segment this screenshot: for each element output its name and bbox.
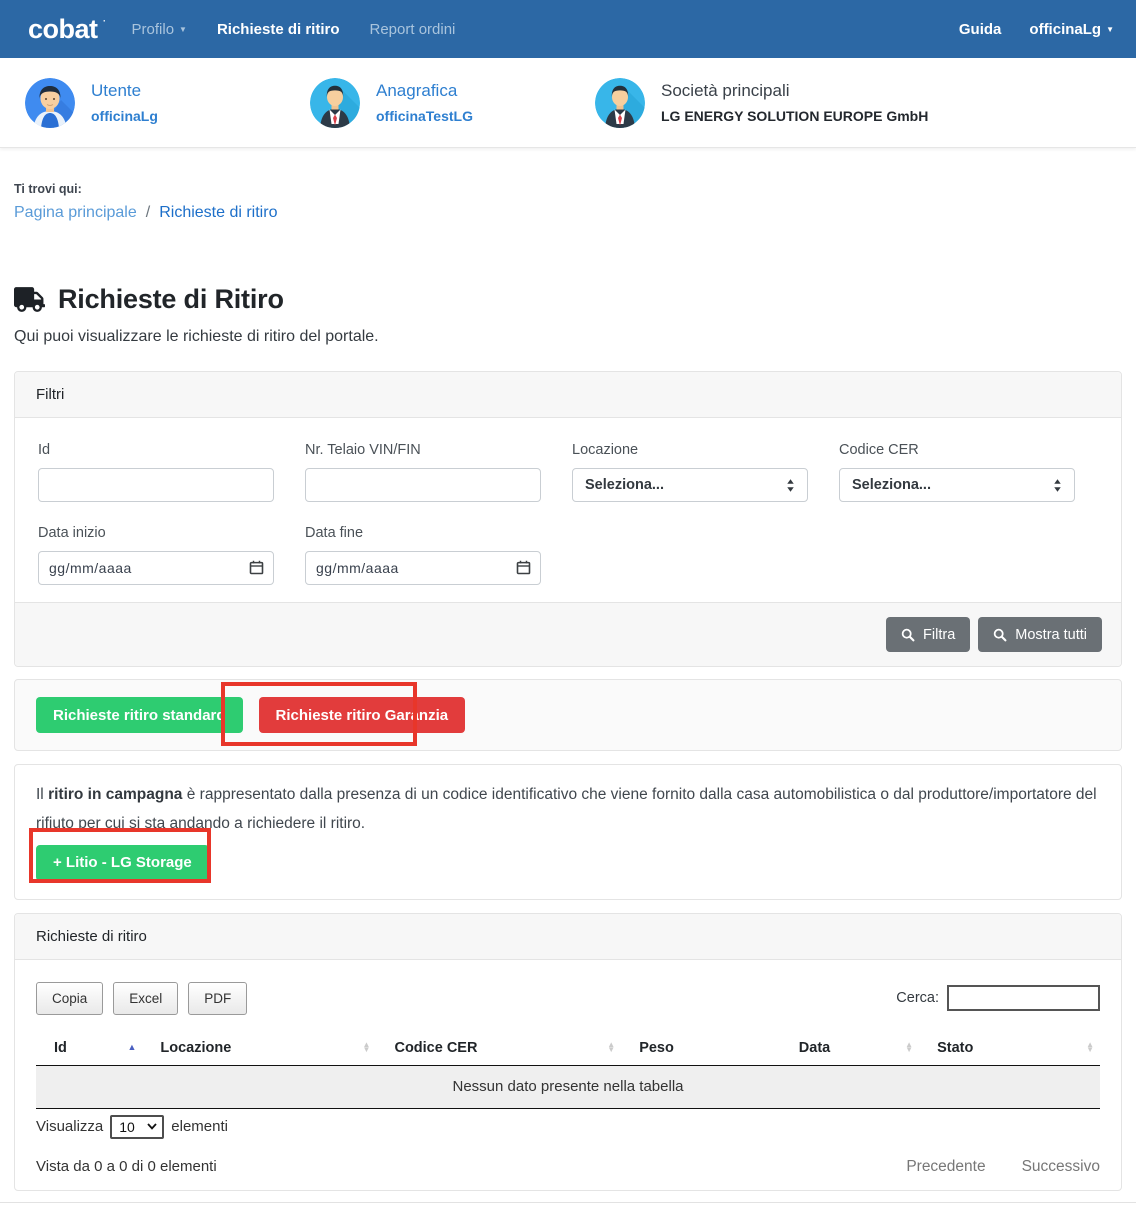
sort-both-icon: ▲▼ xyxy=(1086,1043,1094,1053)
nav-item-profilo[interactable]: Profilo▼ xyxy=(132,21,187,38)
sort-both-icon: ▲▼ xyxy=(905,1043,913,1053)
top-navbar: cobat· Profilo▼ Richieste di ritiro Repo… xyxy=(0,0,1136,58)
column-header-data[interactable]: Data▲▼ xyxy=(781,1031,919,1066)
copia-button[interactable]: Copia xyxy=(36,982,103,1015)
trademark-dot: · xyxy=(103,16,106,26)
societa-value: LG ENERGY SOLUTION EUROPE GmbH xyxy=(661,108,928,124)
search-icon xyxy=(901,628,915,642)
pdf-button[interactable]: PDF xyxy=(188,982,247,1015)
breadcrumb-current-link[interactable]: Richieste di ritiro xyxy=(159,204,277,221)
page-subtitle: Qui puoi visualizzare le richieste di ri… xyxy=(14,328,1136,346)
vin-input[interactable] xyxy=(305,468,541,502)
table-info: Vista da 0 a 0 di 0 elementi xyxy=(36,1158,217,1175)
cerca-label: Cerca: xyxy=(896,990,939,1006)
previous-page-button[interactable]: Precedente xyxy=(906,1158,985,1176)
column-header-codice-cer[interactable]: Codice CER▲▼ xyxy=(376,1031,621,1066)
empty-table-row: Nessun dato presente nella tabella xyxy=(36,1065,1100,1108)
request-type-strip: Richieste ritiro standard Richieste riti… xyxy=(14,679,1122,751)
search-icon xyxy=(993,628,1007,642)
breadcrumb: Ti trovi qui: Pagina principale / Richiest… xyxy=(14,182,1136,222)
column-header-peso[interactable]: Peso xyxy=(621,1031,781,1066)
richieste-table: Id▲ Locazione▲▼ Codice CER▲▼ Peso Data▲▼… xyxy=(36,1031,1100,1109)
filters-panel-title: Filtri xyxy=(15,372,1121,418)
cobat-logo[interactable]: cobat· xyxy=(28,14,106,45)
utente-block: Utente officinaLg xyxy=(25,78,310,128)
column-header-id[interactable]: Id▲ xyxy=(36,1031,142,1066)
select-updown-icon xyxy=(1053,478,1062,493)
cerca-input[interactable] xyxy=(947,985,1100,1011)
pagination: Precedente Successivo xyxy=(906,1158,1100,1176)
breadcrumb-label: Ti trovi qui: xyxy=(14,182,1136,196)
data-fine-input[interactable] xyxy=(305,551,541,585)
utente-value[interactable]: officinaLg xyxy=(91,108,158,124)
mostra-tutti-button[interactable]: Mostra tutti xyxy=(978,617,1102,652)
sort-both-icon: ▲▼ xyxy=(363,1043,371,1053)
litio-lg-storage-button[interactable]: + Litio - LG Storage xyxy=(36,845,209,881)
excel-button[interactable]: Excel xyxy=(113,982,178,1015)
user-info-bar: Utente officinaLg Anagrafica officinaTes… xyxy=(0,58,1136,148)
societa-label: Società principali xyxy=(661,81,928,101)
length-suffix: elementi xyxy=(171,1118,228,1135)
page-title: Richieste di Ritiro xyxy=(58,284,284,315)
page-length-select[interactable]: 10 xyxy=(110,1115,164,1139)
navbar-right: Guida officinaLg▼ xyxy=(959,21,1114,38)
select-updown-icon xyxy=(786,478,795,493)
anagrafica-block: Anagrafica officinaTestLG xyxy=(310,78,595,128)
breadcrumb-home-link[interactable]: Pagina principale xyxy=(14,204,137,221)
id-label: Id xyxy=(38,442,274,458)
chevron-down-icon: ▼ xyxy=(1106,25,1114,34)
id-input[interactable] xyxy=(38,468,274,502)
calendar-icon[interactable] xyxy=(249,560,264,575)
locazione-label: Locazione xyxy=(572,442,808,458)
campaign-text: Il ritiro in campagna è rappresentato da… xyxy=(36,781,1100,839)
user-avatar xyxy=(25,78,75,128)
campaign-panel: Il ritiro in campagna è rappresentato da… xyxy=(14,764,1122,900)
filtra-button[interactable]: Filtra xyxy=(886,617,970,652)
main-nav: Profilo▼ Richieste di ritiro Report ordi… xyxy=(132,21,456,38)
calendar-icon[interactable] xyxy=(516,560,531,575)
sort-asc-icon: ▲ xyxy=(127,1045,136,1051)
vin-label: Nr. Telaio VIN/FIN xyxy=(305,442,541,458)
column-header-stato[interactable]: Stato▲▼ xyxy=(919,1031,1100,1066)
nav-item-richieste-di-ritiro[interactable]: Richieste di ritiro xyxy=(217,21,340,38)
businessman-avatar xyxy=(595,78,645,128)
data-inizio-label: Data inizio xyxy=(38,525,274,541)
footer-divider xyxy=(0,1202,1136,1203)
chevron-down-icon: ▼ xyxy=(179,25,187,34)
sort-both-icon: ▲▼ xyxy=(607,1043,615,1053)
richieste-standard-button[interactable]: Richieste ritiro standard xyxy=(36,697,243,733)
truck-icon xyxy=(14,287,45,312)
chevron-down-icon xyxy=(147,1123,157,1130)
anagrafica-label[interactable]: Anagrafica xyxy=(376,81,473,101)
next-page-button[interactable]: Successivo xyxy=(1022,1158,1100,1176)
column-header-locazione[interactable]: Locazione▲▼ xyxy=(142,1031,376,1066)
utente-label[interactable]: Utente xyxy=(91,81,158,101)
anagrafica-value[interactable]: officinaTestLG xyxy=(376,108,473,124)
empty-message: Nessun dato presente nella tabella xyxy=(36,1065,1100,1108)
data-inizio-input[interactable] xyxy=(38,551,274,585)
businessman-avatar xyxy=(310,78,360,128)
societa-block: Società principali LG ENERGY SOLUTION EU… xyxy=(595,78,928,128)
data-fine-label: Data fine xyxy=(305,525,541,541)
locazione-select[interactable]: Seleziona... xyxy=(572,468,808,502)
table-panel-title: Richieste di ritiro xyxy=(15,914,1121,960)
breadcrumb-separator: / xyxy=(146,204,150,221)
nav-item-guida[interactable]: Guida xyxy=(959,21,1002,38)
richieste-table-panel: Richieste di ritiro Copia Excel PDF Cerc… xyxy=(14,913,1122,1191)
nav-item-report-ordini[interactable]: Report ordini xyxy=(370,21,456,38)
cer-select[interactable]: Seleziona... xyxy=(839,468,1075,502)
length-prefix: Visualizza xyxy=(36,1118,103,1135)
cer-label: Codice CER xyxy=(839,442,1075,458)
filters-panel: Filtri Id Nr. Telaio VIN/FIN Locazione S… xyxy=(14,371,1122,667)
user-menu[interactable]: officinaLg▼ xyxy=(1029,21,1114,38)
richieste-garanzia-button[interactable]: Richieste ritiro Garanzia xyxy=(259,697,466,733)
